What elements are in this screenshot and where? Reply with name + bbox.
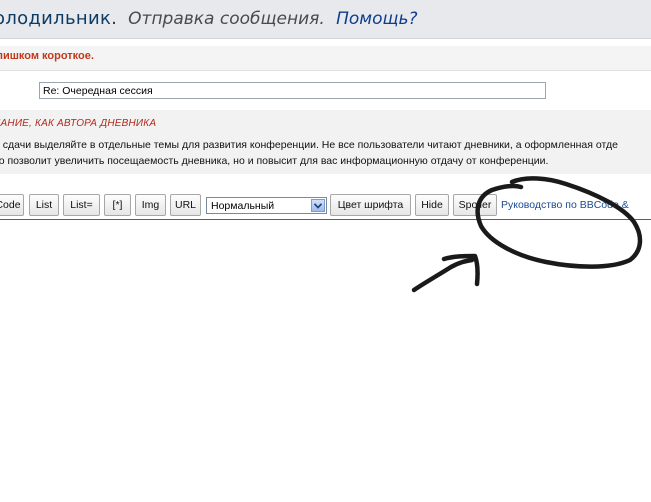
font-color-button[interactable]: Цвет шрифта (330, 194, 411, 216)
list-button[interactable]: List (29, 194, 59, 216)
page-header: олодильник. Отправка сообщения. Помощь? (0, 0, 651, 39)
toolbar-divider (0, 219, 651, 220)
code-button[interactable]: Code (0, 194, 24, 216)
url-button[interactable]: URL (170, 194, 201, 216)
bbcode-guide-link[interactable]: Руководство по BBCode & (501, 199, 629, 211)
hand-drawn-circle (475, 176, 643, 269)
page: олодильник. Отправка сообщения. Помощь? … (0, 0, 651, 502)
spoiler-button[interactable]: Spoiler (453, 194, 497, 216)
subject-input[interactable]: Re: Очередная сессия (39, 82, 546, 99)
notice-title: мание, как автора дневника (0, 118, 157, 129)
subject-row: Re: Очередная сессия (0, 72, 651, 108)
notice-text-line-2: ко позволит увеличить посещаемость дневн… (0, 155, 549, 167)
title-row: олодильник. Отправка сообщения. Помощь? (0, 6, 418, 32)
bbcode-guide-text: Руководство по BBCode (501, 199, 619, 211)
site-name[interactable]: олодильник (0, 8, 111, 29)
list-numbered-button[interactable]: List= (63, 194, 100, 216)
help-link[interactable]: Помощь? (336, 9, 417, 29)
chevron-down-icon[interactable] (311, 199, 325, 212)
hand-drawn-arrow-shaft (411, 257, 475, 293)
hand-drawn-arrow-head (441, 253, 480, 287)
hide-button[interactable]: Hide (415, 194, 449, 216)
error-message: лишком короткое. (0, 50, 94, 62)
img-button[interactable]: Img (135, 194, 166, 216)
error-row: лишком короткое. (0, 46, 651, 71)
list-item-button[interactable]: [*] (104, 194, 131, 216)
page-action-title: Отправка сообщения. (128, 9, 325, 29)
notice-text-line-1: е сдачи выделяйте в отдельные темы для р… (0, 139, 618, 151)
bbcode-guide-suffix: & (621, 199, 629, 211)
bbcode-toolbar: Code List List= [*] Img URL Нормальный Ц… (0, 194, 651, 218)
title-separator: . (111, 8, 117, 29)
font-size-select[interactable]: Нормальный (206, 197, 327, 214)
font-size-value: Нормальный (211, 200, 275, 212)
diary-notice: мание, как автора дневника е сдачи выдел… (0, 110, 651, 174)
